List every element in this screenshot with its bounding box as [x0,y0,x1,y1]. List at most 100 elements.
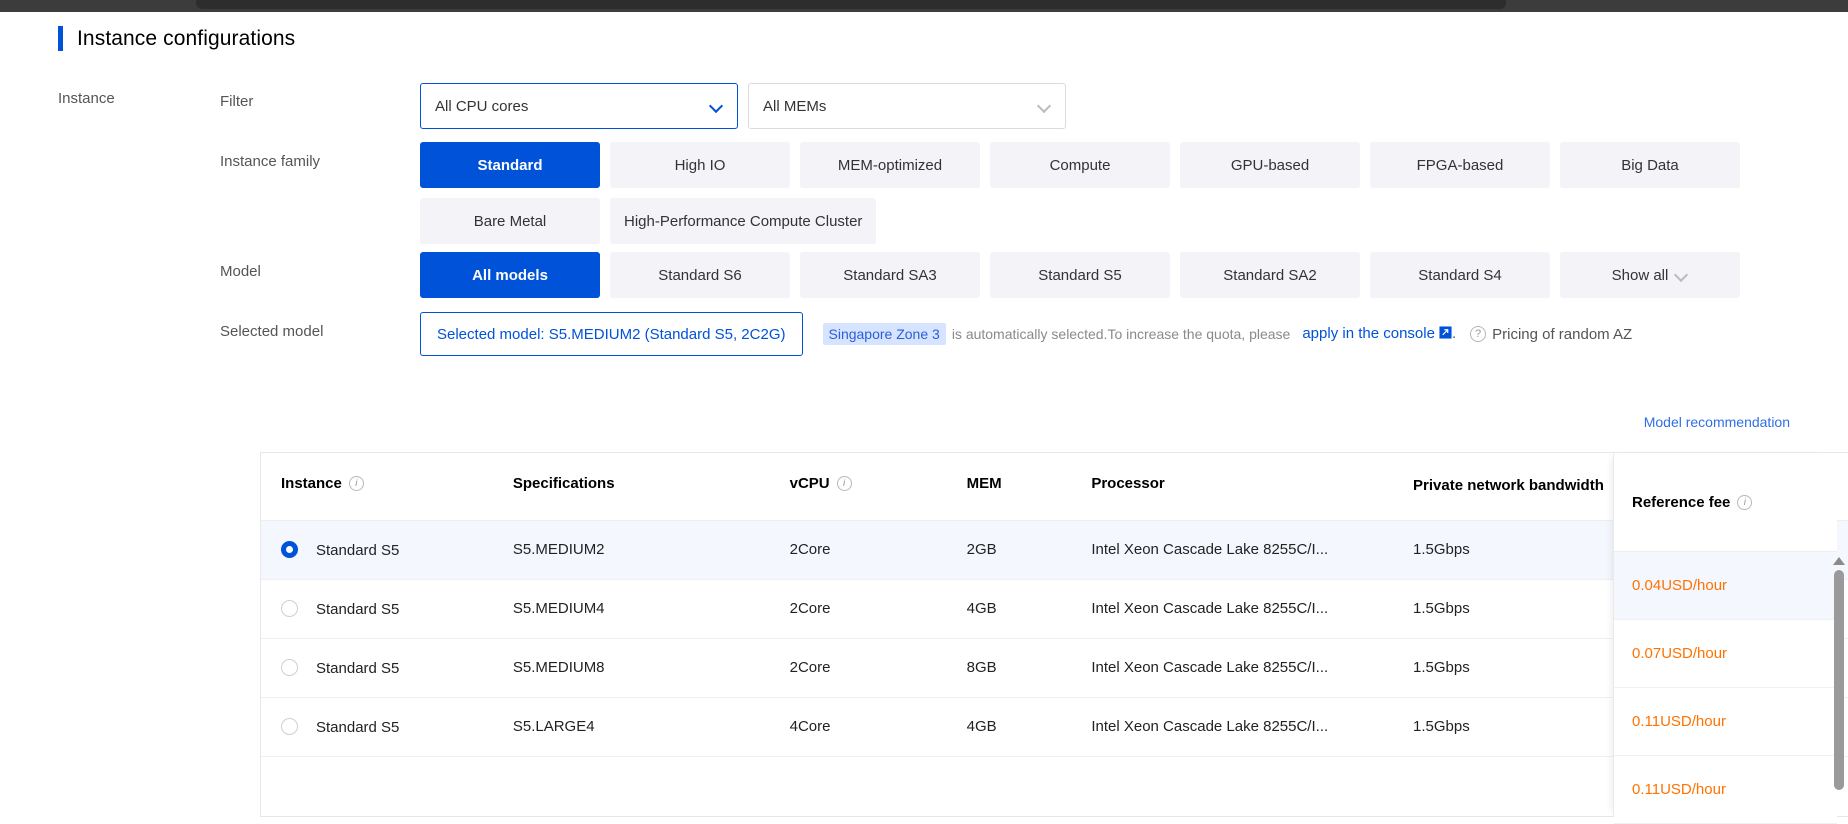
reference-fee-sticky-column: Reference fee i 0.04USD/hour 0.07USD/hou… [1613,452,1837,824]
reference-fee-header: Reference fee i [1614,453,1837,552]
model-label: Model [220,263,261,280]
model-chip-standard-s5[interactable]: Standard S5 [990,252,1170,298]
table-vertical-scrollbar[interactable] [1833,557,1845,817]
row-instance-cell[interactable]: Standard S5 [261,697,513,757]
chevron-down-icon [711,100,723,112]
reference-fee-cell: 0.11USD/hour [1614,756,1837,824]
family-chip-big-data[interactable]: Big Data [1560,142,1740,188]
row-instance-cell[interactable]: Standard S5 [261,520,513,580]
family-chip-standard[interactable]: Standard [420,142,600,188]
page-title-text: Instance configurations [77,26,296,50]
row-mem: 4GB [966,697,1092,757]
col-specifications: Specifications [512,453,790,521]
reference-fee-cell: 0.11USD/hour [1614,688,1837,756]
row-vcpu: 4Core [789,697,967,757]
instance-group-label: Instance [58,90,115,107]
model-chip-standard-sa3[interactable]: Standard SA3 [800,252,980,298]
col-bandwidth-label: Private network bandwidth [1413,477,1604,494]
browser-chrome-bar [0,0,1848,12]
selected-model-box[interactable]: Selected model: S5.MEDIUM2 (Standard S5,… [420,312,803,356]
instance-family-label: Instance family [220,153,321,170]
chevron-down-icon [1039,100,1051,112]
row-radio[interactable] [281,599,298,617]
row-specifications: S5.MEDIUM2 [512,520,790,580]
row-processor: Intel Xeon Cascade Lake 8255C/I... [1091,638,1413,698]
model-chip-standard-s4[interactable]: Standard S4 [1370,252,1550,298]
reference-fee-header-label: Reference fee [1632,493,1731,511]
col-processor: Processor [1091,453,1413,521]
row-radio[interactable] [281,717,298,735]
selected-model-label: Selected model [220,323,324,340]
table-row[interactable]: Standard S5 S5.MEDIUM8 2Core 8GB Intel X… [261,638,1848,698]
reference-fee-cell: 0.07USD/hour [1614,620,1837,688]
model-row: Model All models Standard S6 Standard SA… [220,252,1790,298]
question-mark-icon[interactable]: ? [1470,326,1487,342]
family-chip-gpu-based[interactable]: GPU-based [1180,142,1360,188]
col-instance-label: Instance [281,475,342,492]
family-chip-hpc-cluster[interactable]: High-Performance Compute Cluster [610,198,877,244]
col-mem: MEM [966,453,1092,521]
apply-in-console-link[interactable]: apply in the console [1302,325,1435,342]
row-specifications: S5.LARGE4 [512,697,790,757]
show-all-models-button[interactable]: Show all [1560,252,1740,298]
row-radio-selected[interactable] [281,540,298,558]
info-icon[interactable]: i [836,476,852,491]
selected-model-note: is automatically selected.To increase th… [951,326,1291,342]
family-chip-fpga-based[interactable]: FPGA-based [1370,142,1550,188]
family-chip-high-io[interactable]: High IO [610,142,790,188]
mem-select[interactable]: All MEMs [748,83,1066,129]
row-specifications: S5.MEDIUM4 [512,579,790,639]
table-row[interactable]: Standard S5 S5.LARGE4 4Core 4GB Intel Xe… [261,697,1848,757]
row-vcpu: 2Core [789,579,967,639]
external-link-icon [1439,326,1452,339]
reference-fee-cell: 0.04USD/hour [1614,552,1837,620]
row-instance-cell[interactable]: Standard S5 [261,579,513,639]
filter-row: Filter All CPU cores All MEMs [220,82,1066,129]
row-instance-cell[interactable]: Standard S5 [261,638,513,698]
row-instance-label: Standard S5 [316,659,400,677]
row-radio[interactable] [281,658,298,676]
show-all-label: Show all [1611,266,1669,284]
selected-model-row: Selected model Selected model: S5.MEDIUM… [220,312,1632,356]
info-icon[interactable]: i [1737,494,1753,510]
page-content: Instance configurations Instance Filter … [0,12,1848,824]
scrollbar-thumb[interactable] [1833,570,1844,790]
row-instance-label: Standard S5 [316,541,400,559]
browser-tabstrip [196,0,1506,9]
row-mem: 8GB [966,638,1092,698]
pricing-random-az-text: Pricing of random AZ [1492,325,1633,343]
row-instance-label: Standard S5 [316,718,400,736]
col-vcpu-label: vCPU [789,475,830,492]
title-accent-bar [58,26,63,51]
scroll-up-arrow-icon[interactable] [1833,557,1845,565]
table-row[interactable]: Standard S5 S5.MEDIUM2 2Core 2GB Intel X… [261,520,1848,580]
table-body: Standard S5 S5.MEDIUM2 2Core 2GB Intel X… [261,520,1848,757]
info-icon[interactable]: i [348,476,364,491]
instance-table: Instance i Specifications vCPU i MEM Proce… [261,453,1848,757]
row-mem: 2GB [966,520,1092,580]
col-vcpu: vCPU i [789,453,967,521]
col-specifications-label: Specifications [512,475,615,492]
row-specifications: S5.MEDIUM8 [512,638,790,698]
row-processor: Intel Xeon Cascade Lake 8255C/I... [1091,520,1413,580]
selected-model-text: Selected model: S5.MEDIUM2 (Standard S5,… [437,325,786,343]
family-chip-bare-metal[interactable]: Bare Metal [420,198,600,244]
cpu-cores-select-value: All CPU cores [435,97,529,115]
family-chip-mem-optimized[interactable]: MEM-optimized [800,142,980,188]
chevron-down-icon [1676,269,1688,281]
model-chip-all-models[interactable]: All models [420,252,600,298]
family-chip-compute[interactable]: Compute [990,142,1170,188]
table-row[interactable]: Standard S5 S5.MEDIUM4 2Core 4GB Intel X… [261,579,1848,639]
cpu-cores-select[interactable]: All CPU cores [420,83,738,129]
model-recommendation-link[interactable]: Model recommendation [1644,414,1790,430]
table-header: Instance i Specifications vCPU i MEM Proce… [261,453,1848,521]
instance-family-row: Instance family Standard High IO MEM-opt… [220,142,1790,244]
instance-table-container: Instance i Specifications vCPU i MEM Proce… [260,452,1848,817]
row-mem: 4GB [966,579,1092,639]
page-title: Instance configurations [58,26,295,51]
model-chip-standard-s6[interactable]: Standard S6 [610,252,790,298]
col-mem-label: MEM [966,475,1002,492]
row-vcpu: 2Core [789,520,967,580]
model-chip-standard-sa2[interactable]: Standard SA2 [1180,252,1360,298]
table-header-row: Instance i Specifications vCPU i MEM Proce… [261,453,1848,521]
